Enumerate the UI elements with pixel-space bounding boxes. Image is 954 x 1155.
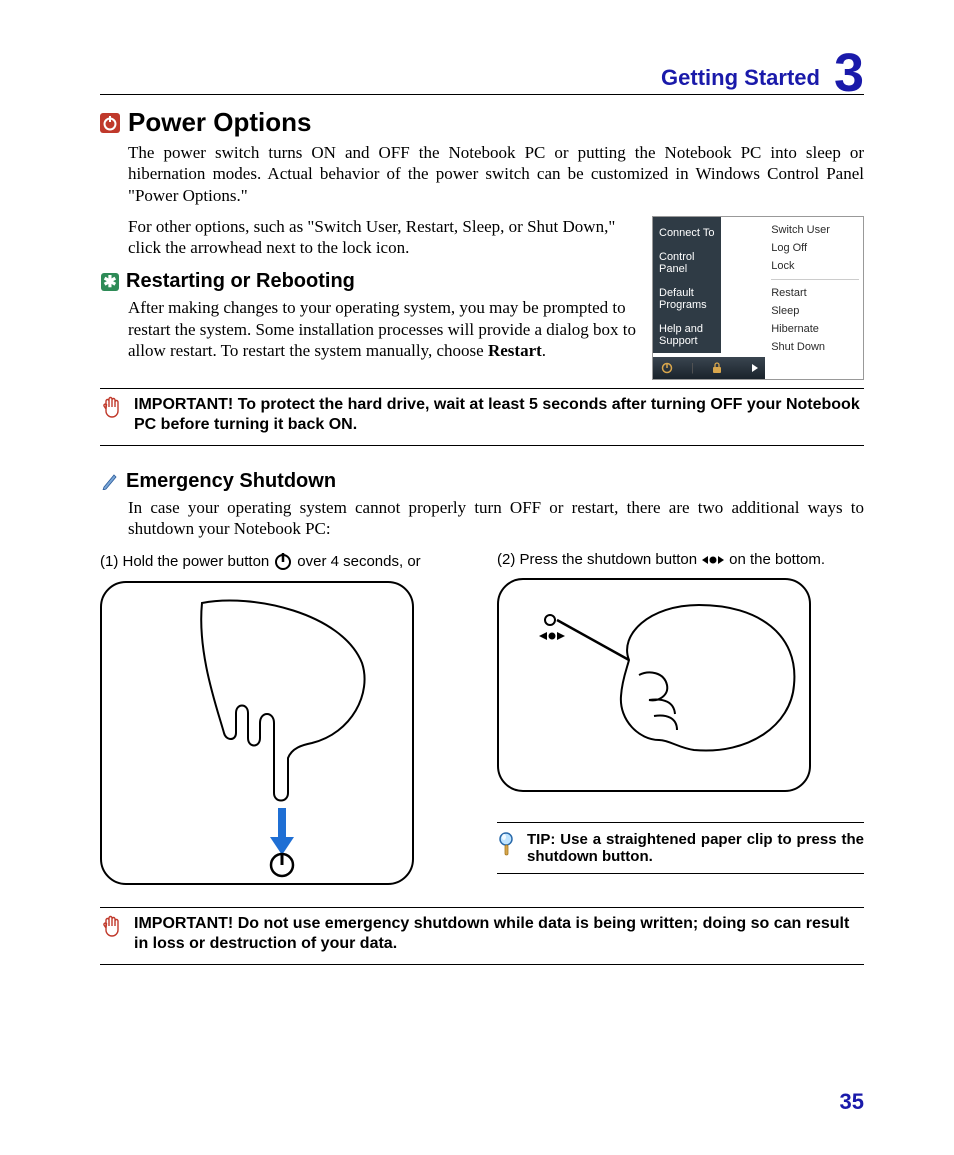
chapter-number: 3: [834, 46, 864, 100]
illustration-hold-power: [100, 581, 414, 885]
subsection-title: Restarting or Rebooting: [126, 270, 355, 293]
magnifier-icon: [497, 831, 517, 862]
svg-text:✱: ✱: [103, 274, 116, 291]
menu-item: Connect To: [659, 221, 721, 245]
pen-icon: [100, 471, 120, 491]
step-2: (2) Press the shutdown button on the bot…: [497, 551, 864, 885]
power-icon: [661, 362, 673, 374]
important-label: IMPORTANT!: [134, 396, 233, 413]
menu-item: Log Off: [771, 239, 863, 257]
lock-icon: [712, 362, 722, 374]
asterisk-icon: ✱: [100, 272, 120, 292]
hand-icon: [100, 914, 124, 947]
menu-item: Hibernate: [771, 320, 863, 338]
important-callout-1: IMPORTANT! To protect the hard drive, wa…: [100, 395, 864, 435]
menu-item: Default Programs: [659, 281, 721, 317]
page-number: 35: [840, 1089, 864, 1115]
menu-item: Control Panel: [659, 245, 721, 281]
hand-icon: [100, 395, 124, 428]
subsection-emergency: Emergency Shutdown: [100, 470, 864, 493]
menu-item: Switch User: [771, 221, 863, 239]
menu-bottom-bar: |: [653, 357, 765, 379]
menu-item: Lock: [771, 257, 863, 275]
chapter-title: Getting Started: [661, 65, 820, 91]
section-paragraph-1: The power switch turns ON and OFF the No…: [128, 142, 864, 206]
tip-label: TIP:: [527, 831, 555, 848]
power-icon: [100, 113, 120, 133]
arrow-right-icon: [751, 363, 759, 373]
step-1: (1) Hold the power button over 4 seconds…: [100, 551, 467, 885]
important-text: Do not use emergency shutdown while data…: [134, 915, 849, 952]
important-label: IMPORTANT!: [134, 915, 233, 932]
tip-text-body: Use a straightened paper clip to press t…: [527, 831, 864, 865]
shutdown-pinhole-icon: [701, 554, 725, 566]
start-menu-screenshot: Connect To Control Panel Default Program…: [652, 216, 864, 380]
section-heading: Power Options: [100, 107, 864, 138]
important-text: To protect the hard drive, wait at least…: [134, 396, 860, 433]
chapter-header: Getting Started 3: [100, 40, 864, 95]
menu-item: Restart: [771, 284, 863, 302]
power-button-icon: [273, 551, 293, 571]
emergency-paragraph: In case your operating system cannot pro…: [128, 497, 864, 540]
tip-callout: TIP: Use a straightened paper clip to pr…: [497, 822, 864, 874]
menu-item: Help and Support: [659, 317, 721, 353]
important-callout-2: IMPORTANT! Do not use emergency shutdown…: [100, 914, 864, 954]
menu-item: Shut Down: [771, 338, 863, 356]
subsection-restart: ✱ Restarting or Rebooting: [100, 270, 640, 293]
section-title-text: Power Options: [128, 107, 311, 138]
subsection-title: Emergency Shutdown: [126, 470, 336, 493]
menu-item: Sleep: [771, 302, 863, 320]
illustration-pinhole: [497, 578, 811, 792]
